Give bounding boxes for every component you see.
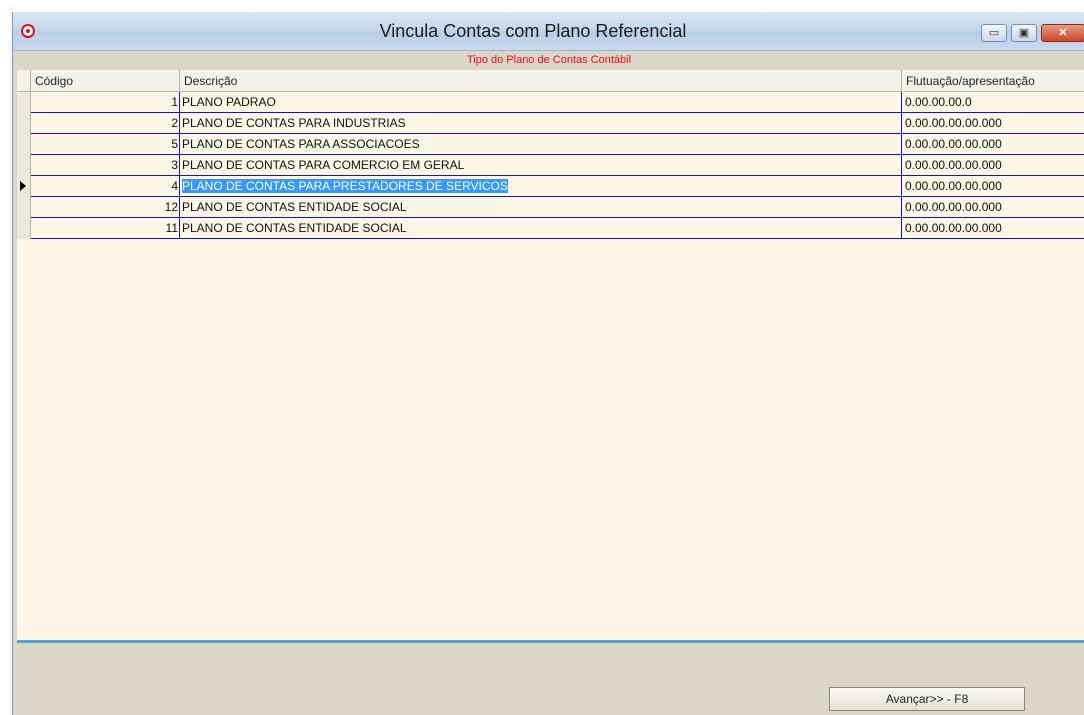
table-row[interactable]: 1 PLANO PADRAO 0.00.00.00.0 [31,92,1084,113]
plans-grid[interactable]: Código Descrição Flutuação/apresentação … [17,70,1084,640]
cell-descricao[interactable]: PLANO DE CONTAS PARA PRESTADORES DE SERV… [180,176,902,196]
table-row[interactable]: 4 PLANO DE CONTAS PARA PRESTADORES DE SER… [31,176,1084,197]
next-button[interactable]: Avançar>> - F8 [829,687,1025,711]
row-indicator[interactable] [17,197,31,218]
cell-codigo[interactable]: 12 [31,197,180,217]
cell-codigo[interactable]: 3 [31,155,180,175]
cell-descricao-text: PLANO DE CONTAS PARA ASSOCIACOES [182,137,420,151]
cell-descricao[interactable]: PLANO DE CONTAS PARA INDUSTRIAS [180,113,902,133]
maximize-button[interactable]: ▣ [1011,24,1037,42]
cell-descricao-text: PLANO PADRAO [182,95,276,109]
grid-caption: Tipo do Plano de Contas Contábil [466,54,632,66]
footer-panel: Avançar>> - F8 [13,643,1084,715]
cell-flutuacao[interactable]: 0.00.00.00.0 [902,92,1084,112]
cell-descricao-text: PLANO DE CONTAS ENTIDADE SOCIAL [182,200,407,214]
row-indicator[interactable] [17,134,31,155]
column-header-flutuacao[interactable]: Flutuação/apresentação [902,70,1084,92]
cell-codigo[interactable]: 11 [31,218,180,238]
current-row-arrow-icon [20,181,26,191]
row-indicator[interactable] [17,113,31,134]
cell-flutuacao[interactable]: 0.00.00.00.00.000 [902,113,1084,133]
table-row[interactable]: 5 PLANO DE CONTAS PARA ASSOCIACOES 0.00.00… [31,134,1084,155]
cell-descricao-text: PLANO DE CONTAS PARA PRESTADORES DE SERV… [182,179,508,193]
window-title: Vincula Contas com Plano Referencial [379,21,687,41]
cell-descricao-text: PLANO DE CONTAS ENTIDADE SOCIAL [182,221,407,235]
cell-codigo[interactable]: 1 [31,92,180,112]
title-bar[interactable]: Vincula Contas com Plano Referencial ▭ ▣… [13,12,1084,51]
cell-descricao[interactable]: PLANO PADRAO [180,92,902,112]
cell-descricao-text: PLANO DE CONTAS PARA INDUSTRIAS [182,116,406,130]
row-indicator[interactable] [17,92,31,113]
cell-descricao[interactable]: PLANO DE CONTAS ENTIDADE SOCIAL [180,218,902,238]
row-indicator[interactable] [17,176,31,197]
table-row[interactable]: 3 PLANO DE CONTAS PARA COMERCIO EM GERAL 0… [31,155,1084,176]
cell-codigo[interactable]: 2 [31,113,180,133]
row-indicator[interactable] [17,218,31,239]
cell-descricao-text: PLANO DE CONTAS PARA COMERCIO EM GERAL [182,158,465,172]
cell-codigo[interactable]: 4 [31,176,180,196]
main-window: Vincula Contas com Plano Referencial ▭ ▣… [12,12,1084,715]
table-row[interactable]: 2 PLANO DE CONTAS PARA INDUSTRIAS 0.00.00.… [31,113,1084,134]
cell-flutuacao[interactable]: 0.00.00.00.00.000 [902,155,1084,175]
table-row[interactable]: 12 PLANO DE CONTAS ENTIDADE SOCIAL 0.00.00… [31,197,1084,218]
cell-descricao[interactable]: PLANO DE CONTAS ENTIDADE SOCIAL [180,197,902,217]
row-indicator[interactable] [17,155,31,176]
minimize-button[interactable]: ▭ [981,24,1007,42]
cell-flutuacao[interactable]: 0.00.00.00.00.000 [902,197,1084,217]
cell-descricao[interactable]: PLANO DE CONTAS PARA ASSOCIACOES [180,134,902,154]
header-corner [17,70,31,92]
cell-descricao[interactable]: PLANO DE CONTAS PARA COMERCIO EM GERAL [180,155,902,175]
column-header-descricao[interactable]: Descrição [180,70,902,92]
close-button[interactable]: ✕ [1041,24,1084,42]
cell-flutuacao[interactable]: 0.00.00.00.00.000 [902,176,1084,196]
column-header-codigo[interactable]: Código [31,70,180,92]
cell-codigo[interactable]: 5 [31,134,180,154]
table-row[interactable]: 11 PLANO DE CONTAS ENTIDADE SOCIAL 0.00.00… [31,218,1084,239]
cell-flutuacao[interactable]: 0.00.00.00.00.000 [902,134,1084,154]
cell-flutuacao[interactable]: 0.00.00.00.00.000 [902,218,1084,238]
